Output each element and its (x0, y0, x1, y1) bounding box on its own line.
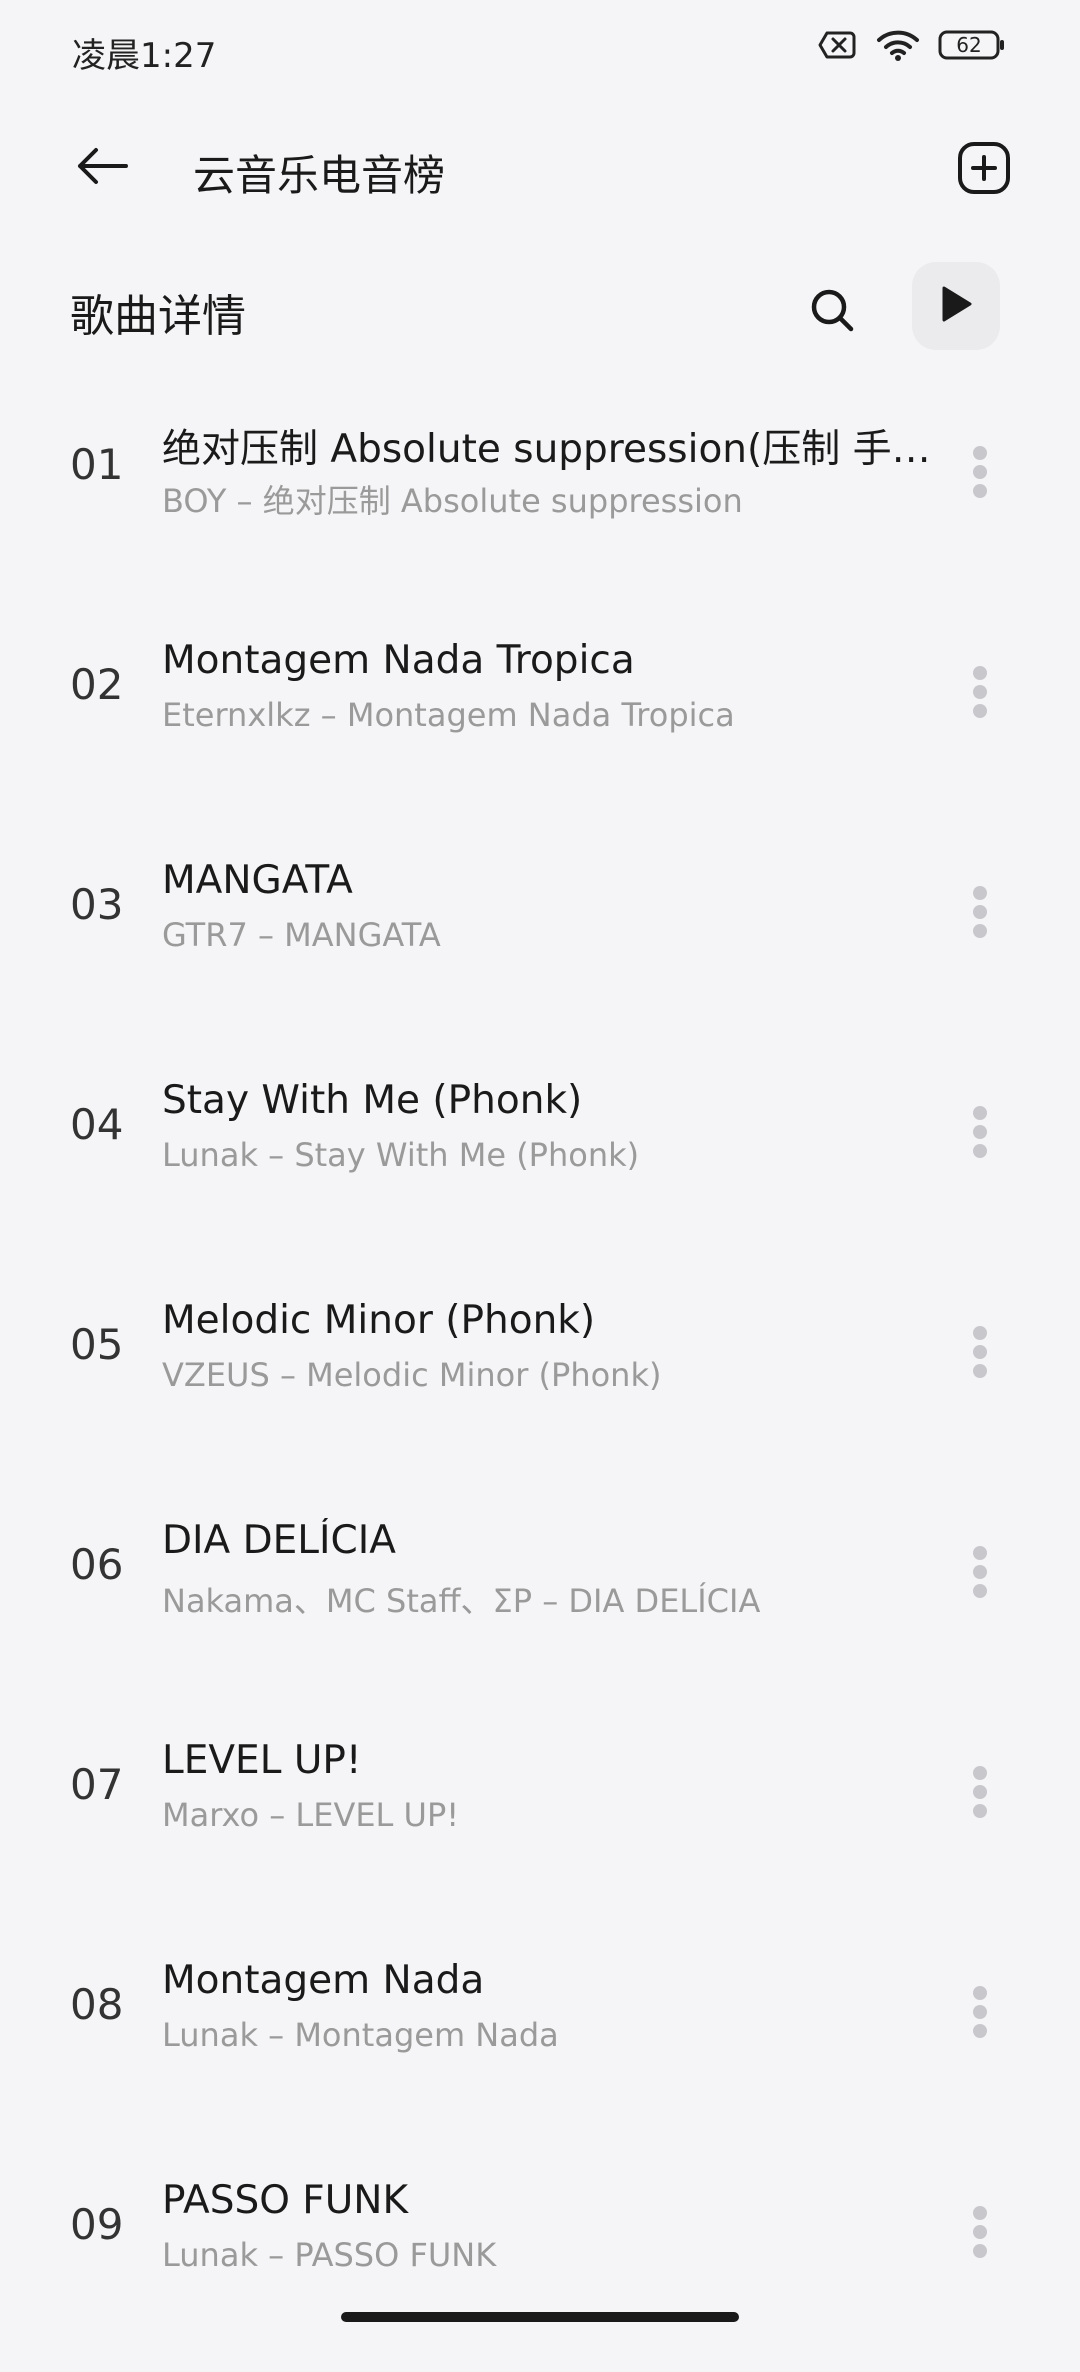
section-header: 歌曲详情 (0, 260, 1080, 356)
page-title: 云音乐电音榜 (193, 151, 446, 200)
song-subtitle: BOY – 绝对压制 Absolute suppression (162, 482, 743, 520)
song-index: 09 (70, 2200, 124, 2249)
song-subtitle: VZEUS – Melodic Minor (Phonk) (162, 1356, 662, 1394)
song-title: Melodic Minor (Phonk) (162, 1298, 596, 1343)
status-icons: 62 (818, 28, 1004, 62)
song-title: DIA DELÍCIA (162, 1518, 396, 1563)
song-index: 03 (70, 880, 124, 929)
more-options-icon[interactable] (960, 1312, 1000, 1392)
back-arrow-icon (74, 146, 130, 190)
more-options-icon[interactable] (960, 432, 1000, 512)
wifi-icon (876, 28, 920, 62)
song-subtitle: Lunak – Stay With Me (Phonk) (162, 1136, 640, 1174)
song-row[interactable]: 08 Montagem Nada Lunak – Montagem Nada (0, 1932, 1080, 2152)
song-title: 绝对压制 Absolute suppression(压制 手法… (162, 427, 952, 472)
song-subtitle: Eternxlkz – Montagem Nada Tropica (162, 696, 735, 734)
song-list: 01 绝对压制 Absolute suppression(压制 手法… BOY … (0, 392, 1080, 2372)
song-title: LEVEL UP! (162, 1738, 362, 1783)
song-row[interactable]: 05 Melodic Minor (Phonk) VZEUS – Melodic… (0, 1272, 1080, 1492)
song-row[interactable]: 02 Montagem Nada Tropica Eternxlkz – Mon… (0, 612, 1080, 832)
song-row[interactable]: 01 绝对压制 Absolute suppression(压制 手法… BOY … (0, 392, 1080, 612)
song-row[interactable]: 06 DIA DELÍCIA Nakama、MC Staff、ΣP – DIA … (0, 1492, 1080, 1712)
more-options-icon[interactable] (960, 652, 1000, 732)
play-icon (938, 284, 974, 328)
song-index: 08 (70, 1980, 124, 2029)
song-subtitle: Lunak – Montagem Nada (162, 2016, 559, 2054)
song-row[interactable]: 04 Stay With Me (Phonk) Lunak – Stay Wit… (0, 1052, 1080, 1272)
battery-icon: 62 (938, 30, 1004, 60)
song-row[interactable]: 03 MANGATA GTR7 – MANGATA (0, 832, 1080, 1052)
song-title: Stay With Me (Phonk) (162, 1078, 583, 1123)
title-bar: 云音乐电音榜 (0, 118, 1080, 218)
song-subtitle: Nakama、MC Staff、ΣP – DIA DELÍCIA (162, 1582, 761, 1620)
song-subtitle: Marxo – LEVEL UP! (162, 1796, 460, 1834)
song-index: 01 (70, 440, 124, 489)
song-index: 07 (70, 1760, 124, 1809)
battery-level: 62 (956, 33, 982, 57)
add-icon (956, 142, 1012, 200)
song-subtitle: GTR7 – MANGATA (162, 916, 441, 954)
status-bar: 凌晨1:27 62 (0, 0, 1080, 100)
song-row[interactable]: 07 LEVEL UP! Marxo – LEVEL UP! (0, 1712, 1080, 1932)
add-button[interactable] (956, 140, 1012, 196)
song-title: MANGATA (162, 858, 353, 903)
more-options-icon[interactable] (960, 1532, 1000, 1612)
song-index: 05 (70, 1320, 124, 1369)
section-title: 歌曲详情 (70, 291, 246, 342)
more-options-icon[interactable] (960, 2192, 1000, 2272)
back-button[interactable] (60, 136, 144, 200)
no-sim-icon (818, 29, 858, 61)
song-row[interactable]: 09 PASSO FUNK Lunak – PASSO FUNK (0, 2152, 1080, 2372)
more-options-icon[interactable] (960, 1092, 1000, 1172)
play-all-button[interactable] (912, 262, 1000, 350)
home-indicator[interactable] (341, 2312, 739, 2322)
song-title: Montagem Nada (162, 1958, 485, 2003)
more-options-icon[interactable] (960, 872, 1000, 952)
song-index: 04 (70, 1100, 124, 1149)
song-index: 06 (70, 1540, 124, 1589)
song-subtitle: Lunak – PASSO FUNK (162, 2236, 497, 2274)
search-button[interactable] (800, 280, 864, 344)
more-options-icon[interactable] (960, 1972, 1000, 2052)
song-title: Montagem Nada Tropica (162, 638, 635, 683)
more-options-icon[interactable] (960, 1752, 1000, 1832)
song-index: 02 (70, 660, 124, 709)
status-time: 凌晨1:27 (72, 36, 217, 76)
song-title: PASSO FUNK (162, 2178, 409, 2223)
search-icon (808, 286, 856, 338)
